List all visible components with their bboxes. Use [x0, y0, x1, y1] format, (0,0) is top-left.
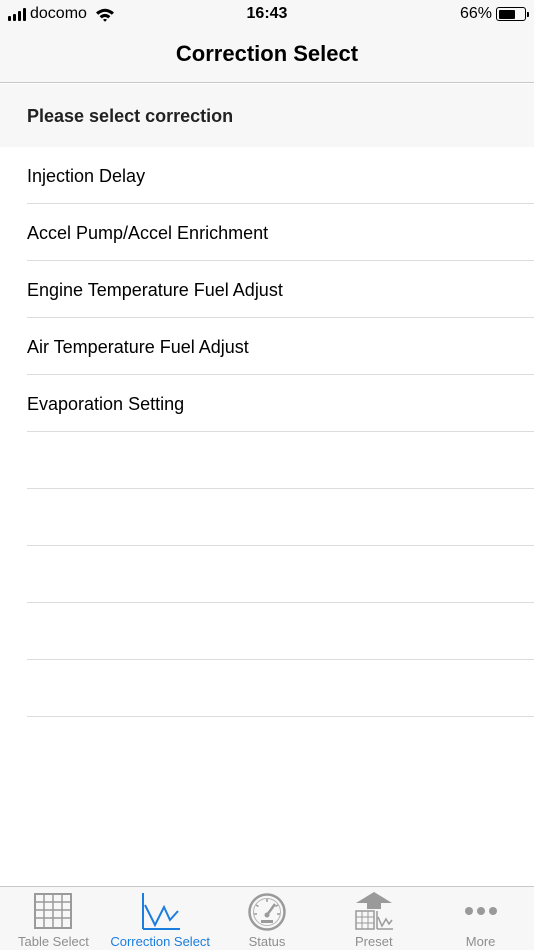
status-time: 16:43 [246, 5, 288, 22]
grid-table-icon [34, 893, 73, 929]
empty-row [0, 432, 534, 489]
speedometer-icon [248, 893, 286, 931]
list-item-engine-temperature[interactable]: Engine Temperature Fuel Adjust [0, 261, 534, 318]
empty-row [0, 660, 534, 717]
list-item-label: Accel Pump/Accel Enrichment [27, 223, 269, 243]
list-item-evaporation-setting[interactable]: Evaporation Setting [0, 375, 534, 432]
status-bar: docomo 16:43 66% [0, 0, 534, 28]
empty-row [0, 603, 534, 660]
section-header-label: Please select correction [27, 106, 234, 126]
empty-row [0, 489, 534, 546]
correction-list: Injection Delay Accel Pump/Accel Enrichm… [0, 147, 534, 717]
preset-upload-icon [355, 892, 393, 930]
list-item-air-temperature[interactable]: Air Temperature Fuel Adjust [0, 318, 534, 375]
tab-label: More [465, 934, 496, 949]
tab-correction-select[interactable]: Correction Select [107, 887, 214, 950]
page-title: Correction Select [175, 41, 359, 66]
more-dots-icon [464, 907, 497, 915]
battery-level-fill [498, 9, 515, 19]
tab-label: Correction Select [110, 934, 211, 949]
tab-status[interactable]: Status [214, 887, 321, 950]
tab-label: Preset [355, 934, 393, 949]
list-item-injection-delay[interactable]: Injection Delay [0, 147, 534, 204]
tab-bar: Table Select Correction Select Status Pr… [0, 886, 534, 950]
battery-percent: 66% [459, 5, 492, 22]
list-item-label: Air Temperature Fuel Adjust [27, 337, 249, 357]
battery-icon [496, 7, 529, 21]
list-item-label: Engine Temperature Fuel Adjust [27, 280, 283, 300]
tab-more[interactable]: More [427, 887, 534, 950]
tab-preset[interactable]: Preset [320, 887, 427, 950]
list-item-label: Evaporation Setting [27, 394, 185, 414]
list-item-label: Injection Delay [27, 166, 146, 186]
tab-label: Status [248, 934, 286, 949]
empty-row [0, 546, 534, 603]
line-chart-icon [142, 893, 181, 930]
tab-table-select[interactable]: Table Select [0, 887, 107, 950]
section-header: Please select correction [0, 84, 534, 147]
status-right: 66% [459, 5, 529, 23]
tab-label: Table Select [17, 934, 89, 949]
navigation-bar: Correction Select [0, 28, 534, 83]
list-item-accel-pump[interactable]: Accel Pump/Accel Enrichment [0, 204, 534, 261]
